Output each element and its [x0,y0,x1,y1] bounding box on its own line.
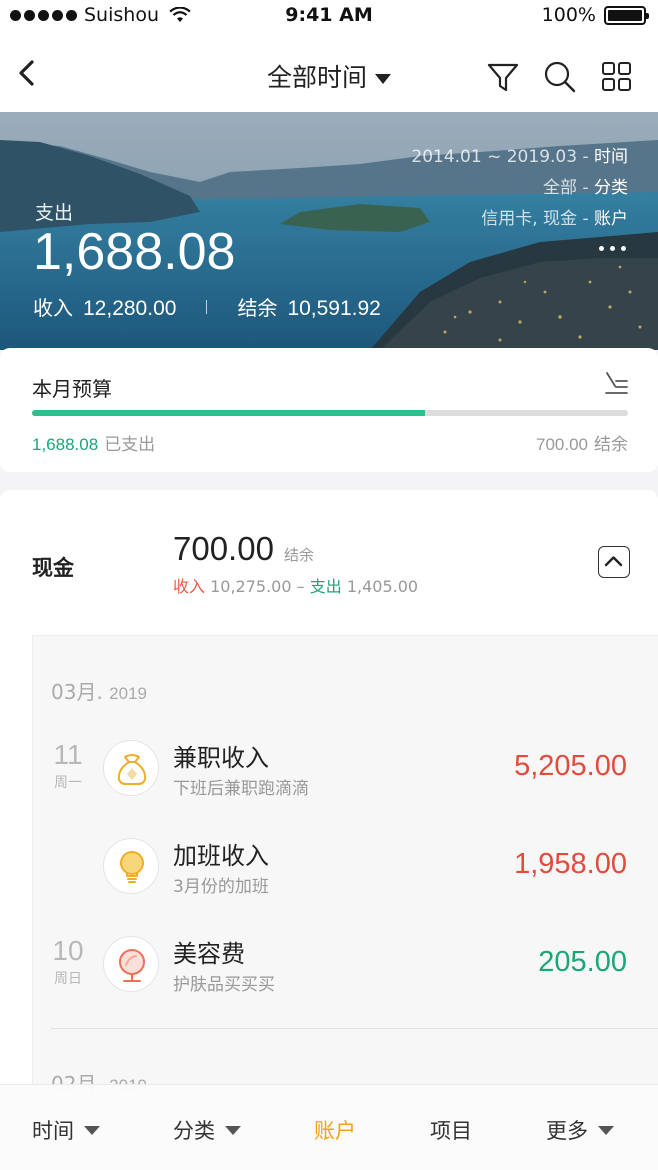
tab-more-label: 更多 [546,1119,588,1143]
nav-bar: 全部时间 [0,32,658,112]
tab-time[interactable]: 时间 [32,1115,100,1145]
transaction-note: 护肤品买买买 [173,975,275,995]
mirror-icon [103,936,159,992]
transaction-day: 10 [52,935,84,966]
bottom-tab-bar: 时间 分类 账户 项目 更多 [0,1084,658,1170]
income-total: 12,280.00 [83,297,177,320]
budget-remaining-label: 结余 [594,435,628,455]
transaction-title: 加班收入 [173,842,269,870]
tab-account-label: 账户 [314,1119,356,1143]
account-income-value: 10,275.00 [210,577,292,596]
money-bag-icon [103,740,159,796]
transaction-date: 11 周一 [51,740,85,792]
budget-progress-bar [32,410,628,416]
caret-down-icon [598,1125,614,1135]
transaction-row[interactable]: 加班收入 3月份的加班 1,958.00 [33,836,658,916]
tab-category-label: 分类 [173,1119,215,1143]
filter-summary[interactable]: 2014.01 ~ 2019.03 - 时间 全部 - 分类 信用卡, 现金 -… [411,142,628,235]
month-label: 03月. [51,680,103,704]
transaction-row[interactable]: 10 周日 美容费 护肤品买买买 205.00 [33,934,658,1014]
tab-category[interactable]: 分类 [173,1115,241,1145]
account-balance-value: 700.00 [173,530,274,567]
account-expense-value: 1,405.00 [346,577,419,596]
collapse-button[interactable] [598,546,630,578]
transaction-weekday: 周日 [54,971,82,987]
battery-percent: 100% [541,4,596,26]
transaction-title: 美容费 [173,940,245,968]
surplus-total: 10,591.92 [287,297,381,320]
status-right: 100% [541,4,649,26]
transaction-note: 下班后兼职跑滴滴 [173,779,309,799]
filter-time-key: 时间 [594,147,628,167]
more-options-icon[interactable] [599,246,626,251]
transaction-row[interactable]: 11 周一 兼职收入 下班后兼职跑滴滴 5,205.00 [33,738,658,818]
filter-category-key: 分类 [594,178,628,198]
year-label: 2019 [109,684,147,703]
budget-remaining-value: 700.00 [536,435,588,454]
transaction-note: 3月份的加班 [173,877,269,897]
battery-icon [604,5,649,25]
tab-time-label: 时间 [32,1119,74,1143]
nav-title: 全部时间 [266,63,367,92]
filter-category: 全部 - 分类 [543,178,628,198]
filter-account-value: 信用卡, 现金 [481,209,578,229]
transaction-weekday: 周一 [54,775,82,791]
caret-down-icon [84,1125,100,1135]
account-expense-label: 支出 [309,577,342,596]
filter-time-value: 2014.01 ~ 2019.03 [411,147,578,167]
income-label: 收入 [33,296,73,320]
grid-view-icon[interactable] [600,60,634,94]
chevron-up-icon [604,556,623,567]
tab-project[interactable]: 项目 [430,1115,472,1145]
monthly-budget-card[interactable]: 本月预算 1,688.08 已支出 700.00 结余 [0,348,658,472]
tab-project-label: 项目 [430,1119,472,1143]
transaction-amount: 205.00 [538,946,627,978]
edit-budget-icon[interactable] [604,370,628,396]
expense-label: 支出 [35,202,74,224]
account-card: 现金 700.00 结余 收入 10,275.00 – 支出 1,405.00 … [0,490,658,1170]
filter-account-key: 账户 [594,209,628,229]
transaction-day: 11 [53,739,83,770]
caret-down-icon [225,1125,241,1135]
tab-more[interactable]: 更多 [546,1115,614,1145]
account-balance-label: 结余 [283,546,314,564]
tab-account[interactable]: 账户 [314,1115,356,1145]
budget-spent-value: 1,688.08 [32,435,99,454]
lightbulb-icon [103,838,159,894]
caret-down-icon [375,74,391,84]
budget-progress-fill [32,410,426,416]
filter-icon[interactable] [486,60,520,94]
transaction-title: 兼职收入 [173,744,269,772]
transaction-amount: 1,958.00 [514,848,627,880]
transaction-date [51,838,85,840]
month-divider [51,1028,658,1029]
search-icon[interactable] [543,60,577,94]
filter-category-value: 全部 [543,178,578,198]
income-surplus-summary: 收入 12,280.00 结余 10,591.92 [33,292,381,321]
budget-spent-label: 已支出 [104,435,156,455]
filter-account: 信用卡, 现金 - 账户 [481,209,628,229]
account-flow: 收入 10,275.00 – 支出 1,405.00 [173,577,419,596]
transaction-amount: 5,205.00 [514,750,627,782]
summary-divider [206,299,208,314]
surplus-label: 结余 [237,296,278,320]
budget-remaining: 700.00 结余 [536,430,628,455]
summary-banner: 支出 1,688.08 收入 12,280.00 结余 10,591.92 20… [0,112,658,350]
expense-total: 1,688.08 [33,223,236,281]
budget-title: 本月预算 [32,377,112,401]
account-balance: 700.00 结余 [173,530,314,568]
month-header: 03月. 2019 [51,676,147,705]
filter-time: 2014.01 ~ 2019.03 - 时间 [411,147,628,167]
status-bar: Suishou 9:41 AM 100% [0,0,658,32]
account-income-label: 收入 [173,577,206,596]
transaction-date: 10 周日 [51,936,85,988]
budget-spent: 1,688.08 已支出 [32,430,155,455]
account-name: 现金 [32,556,74,580]
